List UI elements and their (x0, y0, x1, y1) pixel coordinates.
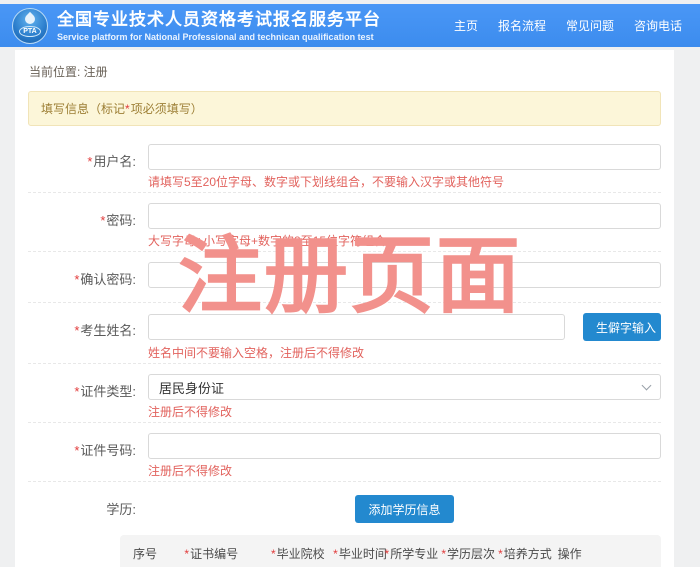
app-header: PTA 全国专业技术人员资格考试报名服务平台 Service platform … (0, 4, 700, 47)
id-number-label: *证件号码: (28, 433, 136, 478)
password-hint: 大写字母+小写字母+数字的8至15位字符组合 (148, 234, 661, 248)
password-label: *密码: (28, 203, 136, 248)
required-marker: * (441, 547, 446, 561)
required-marker: * (74, 443, 79, 458)
required-marker: * (498, 547, 503, 561)
top-navigation: 主页 报名流程 常见问题 咨询电话 (454, 17, 688, 34)
required-marker: * (87, 154, 92, 169)
required-marker: * (184, 547, 189, 561)
password-input[interactable] (148, 203, 661, 229)
id-type-row: *证件类型: 居民身份证 注册后不得修改 (28, 364, 661, 423)
fill-info-notice: 填写信息（标记*项必须填写） (28, 91, 661, 126)
id-number-input[interactable] (148, 433, 661, 459)
water-drop-icon (23, 12, 37, 26)
id-number-hint: 注册后不得修改 (148, 464, 661, 478)
candidate-name-hint: 姓名中间不要输入空格，注册后不得修改 (148, 346, 661, 360)
notice-required-marker: * (125, 102, 130, 116)
id-type-select[interactable]: 居民身份证 (148, 374, 661, 400)
platform-subtitle: Service platform for National Profession… (57, 32, 381, 42)
platform-title: 全国专业技术人员资格考试报名服务平台 (57, 10, 381, 30)
platform-logo-icon: PTA (12, 8, 48, 44)
chevron-down-icon (642, 380, 652, 390)
notice-prefix: 填写信息（标记 (41, 102, 125, 116)
col-graduation-school: *毕业院校 (258, 545, 320, 562)
required-marker: * (74, 272, 79, 287)
breadcrumb: 当前位置: 注册 (15, 50, 674, 87)
nav-contact-phone[interactable]: 咨询电话 (634, 17, 682, 34)
candidate-name-label: *考生姓名: (28, 313, 136, 360)
education-label: 学历: (28, 492, 136, 523)
required-marker: * (74, 323, 79, 338)
candidate-name-row: *考生姓名: 生僻字输入 姓名中间不要输入空格，注册后不得修改 (28, 303, 661, 364)
required-marker: * (100, 213, 105, 228)
required-marker: * (74, 384, 79, 399)
education-table-header: 序号 *证书编号 *毕业院校 *毕业时间 *所学专业 *学历层次 *培养方式 操… (120, 535, 661, 567)
id-type-selected-value: 居民身份证 (159, 378, 224, 397)
confirm-password-label: *确认密码: (28, 262, 136, 288)
col-training-mode: *培养方式 (485, 545, 545, 562)
username-label: *用户名: (28, 144, 136, 189)
id-type-label: *证件类型: (28, 374, 136, 419)
username-hint: 请填写5至20位字母、数字或下划线组合，不要输入汉字或其他符号 (148, 175, 661, 189)
col-actions: 操作 (545, 545, 661, 562)
rare-character-input-button[interactable]: 生僻字输入 (583, 313, 661, 341)
col-certificate-number: *证书编号 (171, 545, 258, 562)
password-row: *密码: 大写字母+小写字母+数字的8至15位字符组合 (28, 193, 661, 252)
nav-registration-process[interactable]: 报名流程 (498, 17, 546, 34)
required-marker: * (333, 547, 338, 561)
education-table: 序号 *证书编号 *毕业院校 *毕业时间 *所学专业 *学历层次 *培养方式 操… (120, 535, 661, 567)
col-serial-number: 序号 (120, 545, 171, 562)
content-panel: 当前位置: 注册 填写信息（标记*项必须填写） *用户名: 请填写5至20位字母… (15, 50, 674, 567)
id-number-row: *证件号码: 注册后不得修改 (28, 423, 661, 482)
registration-form: *用户名: 请填写5至20位字母、数字或下划线组合，不要输入汉字或其他符号 *密… (28, 134, 661, 567)
candidate-name-input[interactable] (148, 314, 565, 340)
add-education-button[interactable]: 添加学历信息 (355, 495, 453, 523)
nav-home[interactable]: 主页 (454, 17, 478, 34)
id-type-hint: 注册后不得修改 (148, 405, 661, 419)
required-marker: * (271, 547, 276, 561)
col-education-level: *学历层次 (428, 545, 485, 562)
col-major: *所学专业 (372, 545, 429, 562)
username-row: *用户名: 请填写5至20位字母、数字或下划线组合，不要输入汉字或其他符号 (28, 134, 661, 193)
required-marker: * (385, 547, 390, 561)
nav-faq[interactable]: 常见问题 (566, 17, 614, 34)
col-graduation-time: *毕业时间 (320, 545, 371, 562)
education-row: 学历: 添加学历信息 (28, 482, 661, 529)
logo-text: PTA (19, 26, 40, 37)
username-input[interactable] (148, 144, 661, 170)
confirm-password-row: *确认密码: (28, 252, 661, 303)
confirm-password-input[interactable] (148, 262, 661, 288)
notice-suffix: 项必须填写） (131, 102, 203, 116)
